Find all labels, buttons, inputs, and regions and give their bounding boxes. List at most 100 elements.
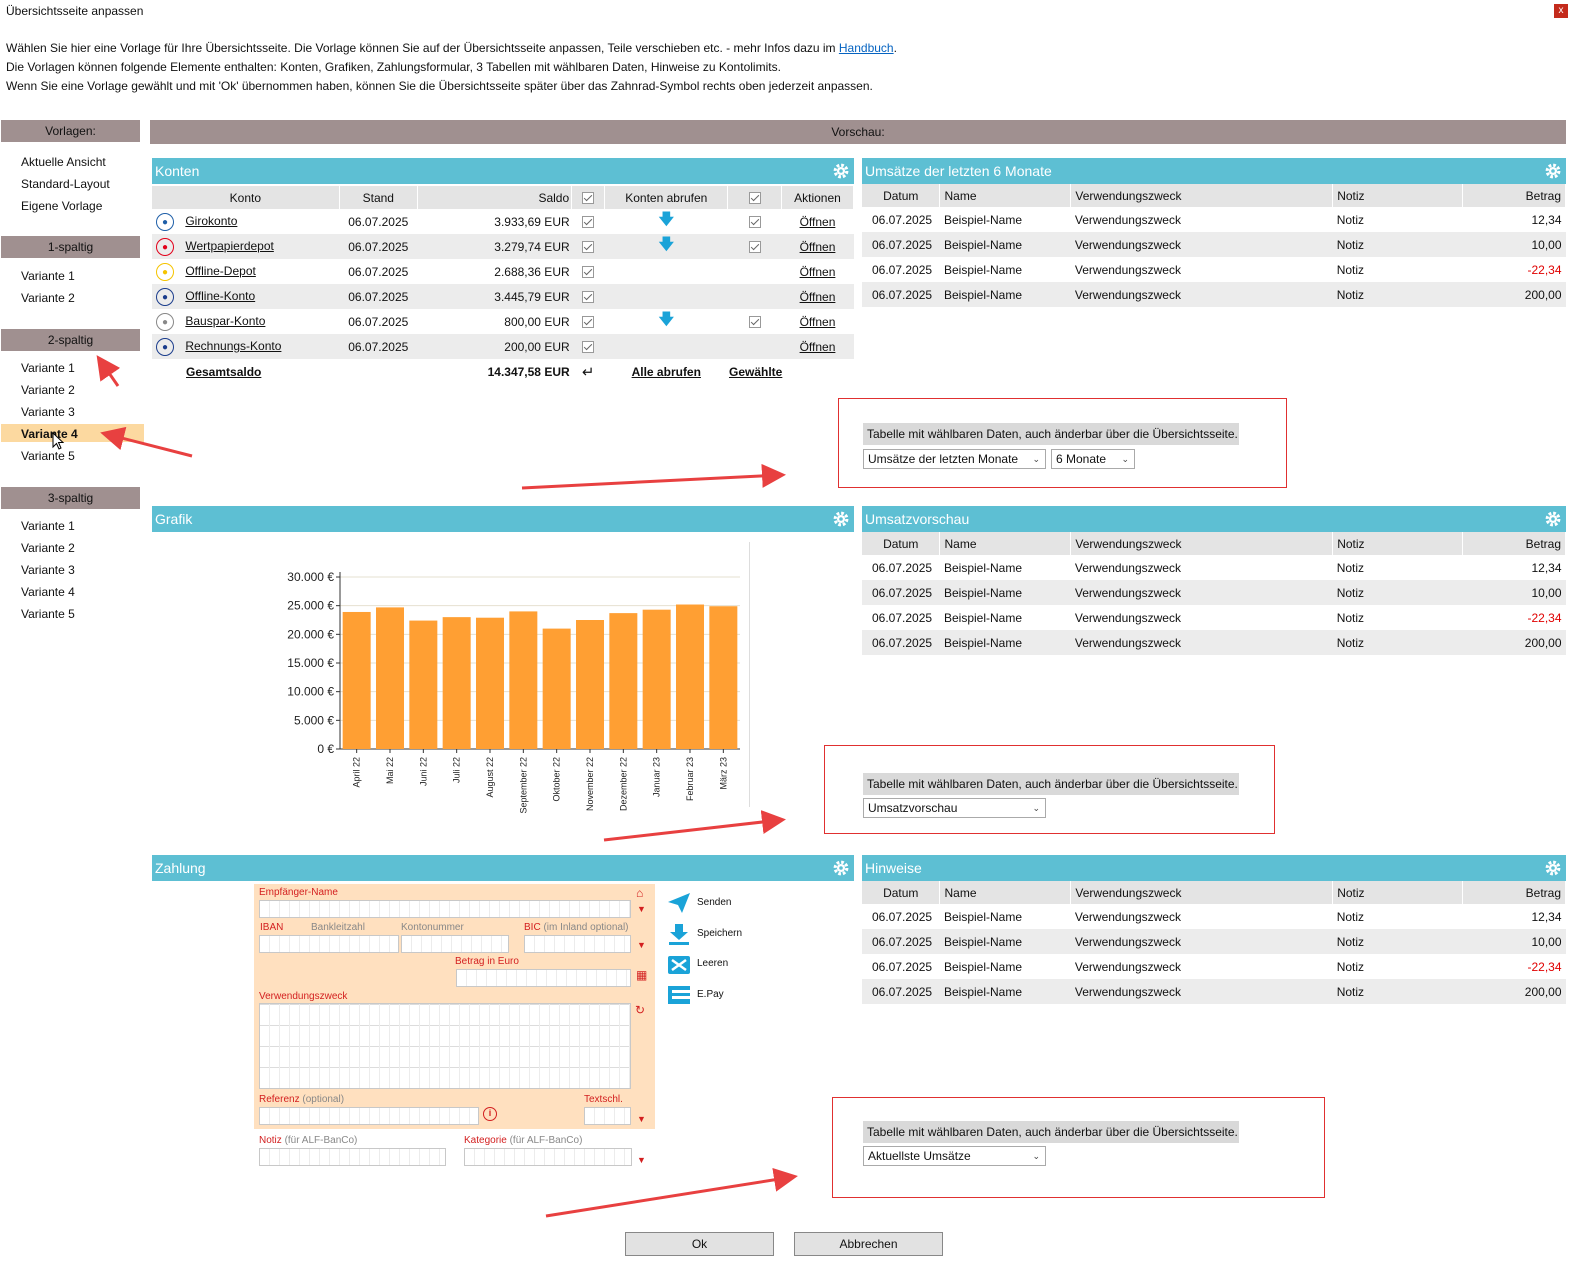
- home-icon[interactable]: ⌂: [636, 886, 643, 900]
- speichern-button[interactable]: Speichern: [667, 922, 757, 946]
- 2sp-variante-5[interactable]: Variante 5: [21, 449, 75, 463]
- abruf-cell[interactable]: 🡇: [604, 309, 728, 334]
- col-datum[interactable]: Datum: [862, 532, 941, 555]
- saldo-check-cell[interactable]: [571, 234, 605, 259]
- vorlage-standard-layout[interactable]: Standard-Layout: [21, 177, 110, 191]
- abruf-cell[interactable]: 🡇: [604, 209, 728, 234]
- checkbox[interactable]: [582, 241, 595, 254]
- saldo-check-cell[interactable]: [571, 309, 605, 334]
- vorlage-eigene[interactable]: Eigene Vorlage: [21, 199, 102, 213]
- saldo-check-cell[interactable]: [571, 334, 605, 359]
- oeffnen-link[interactable]: Öffnen: [800, 340, 836, 354]
- saldo-check-cell[interactable]: [571, 209, 605, 234]
- abruf-cell[interactable]: [604, 334, 728, 359]
- konto-link[interactable]: Wertpapierdepot: [185, 239, 274, 253]
- col-name[interactable]: Name: [939, 532, 1072, 555]
- col-betrag[interactable]: Betrag: [1462, 881, 1566, 904]
- konto-link[interactable]: Girokonto: [185, 214, 237, 228]
- kategorie-input[interactable]: [464, 1148, 632, 1166]
- checkbox[interactable]: [582, 192, 595, 205]
- refresh-icon[interactable]: ↻: [635, 1003, 645, 1017]
- oeffnen-link[interactable]: Öffnen: [800, 215, 836, 229]
- checkbox[interactable]: [582, 216, 595, 229]
- konto-link[interactable]: Rechnungs-Konto: [185, 339, 281, 353]
- abruf-check-cell[interactable]: [727, 334, 782, 359]
- gear-icon[interactable]: [1544, 510, 1562, 528]
- checkbox[interactable]: [748, 316, 761, 329]
- iban-input[interactable]: [259, 935, 399, 953]
- download-arrow-icon[interactable]: 🡇: [659, 311, 674, 328]
- abruf-check-cell[interactable]: [727, 209, 782, 234]
- bic-input[interactable]: [524, 935, 631, 953]
- download-arrow-icon[interactable]: 🡇: [659, 236, 674, 253]
- 3sp-variante-4[interactable]: Variante 4: [21, 585, 75, 599]
- abruf-cell[interactable]: [604, 259, 728, 284]
- 3sp-variante-5[interactable]: Variante 5: [21, 607, 75, 621]
- col-verwendungszweck[interactable]: Verwendungszweck: [1070, 184, 1334, 207]
- caret-down-icon[interactable]: ▼: [637, 1114, 646, 1124]
- leeren-button[interactable]: Leeren: [667, 952, 757, 976]
- alle-abrufen-link[interactable]: Alle abrufen: [632, 365, 701, 379]
- 2sp-variante-3[interactable]: Variante 3: [21, 405, 75, 419]
- gesamtsaldo-link[interactable]: Gesamtsaldo: [186, 365, 261, 379]
- oeffnen-link[interactable]: Öffnen: [800, 315, 836, 329]
- gear-icon[interactable]: [832, 162, 850, 180]
- close-button[interactable]: x: [1554, 4, 1568, 18]
- vorlage-aktuelle-ansicht[interactable]: Aktuelle Ansicht: [21, 155, 106, 169]
- abruf-check-cell[interactable]: [727, 259, 782, 284]
- konto-link[interactable]: Offline-Depot: [185, 264, 255, 278]
- abruf-check-cell[interactable]: [727, 284, 782, 309]
- 2sp-variante-4[interactable]: Variante 4: [21, 427, 78, 441]
- col-notiz[interactable]: Notiz: [1332, 184, 1464, 207]
- col-betrag[interactable]: Betrag: [1462, 184, 1566, 207]
- abruf-cell[interactable]: [604, 284, 728, 309]
- return-icon[interactable]: ↵: [571, 359, 605, 384]
- 3sp-variante-2[interactable]: Variante 2: [21, 541, 75, 555]
- abruf-cell[interactable]: 🡇: [604, 234, 728, 259]
- referenz-input[interactable]: [259, 1107, 479, 1125]
- caret-down-icon[interactable]: ▼: [637, 904, 646, 914]
- checkbox[interactable]: [748, 241, 761, 254]
- checkbox[interactable]: [582, 266, 595, 279]
- ok-button[interactable]: Ok: [625, 1232, 774, 1256]
- betrag-input[interactable]: [456, 969, 631, 987]
- gewaehlte-link[interactable]: Gewählte: [729, 365, 782, 379]
- cancel-button[interactable]: Abbrechen: [794, 1232, 943, 1256]
- calculator-icon[interactable]: ▦: [636, 968, 647, 982]
- col-name[interactable]: Name: [939, 184, 1072, 207]
- col-datum[interactable]: Datum: [862, 184, 941, 207]
- senden-button[interactable]: Senden: [667, 892, 757, 916]
- 1sp-variante-2[interactable]: Variante 2: [21, 291, 75, 305]
- table-source-select[interactable]: Aktuellste Umsätze ⌄: [863, 1146, 1046, 1166]
- gear-icon[interactable]: [1544, 162, 1562, 180]
- 2sp-variante-2[interactable]: Variante 2: [21, 383, 75, 397]
- saldo-check-cell[interactable]: [571, 284, 605, 309]
- epay-button[interactable]: E.Pay: [667, 983, 757, 1007]
- months-select[interactable]: 6 Monate ⌄: [1051, 449, 1135, 469]
- col-saldo-check[interactable]: [571, 186, 606, 209]
- oeffnen-link[interactable]: Öffnen: [800, 290, 836, 304]
- checkbox[interactable]: [582, 316, 595, 329]
- col-verwendungszweck[interactable]: Verwendungszweck: [1070, 881, 1334, 904]
- konto-link[interactable]: Offline-Konto: [185, 289, 255, 303]
- abruf-check-cell[interactable]: [727, 234, 782, 259]
- 3sp-variante-3[interactable]: Variante 3: [21, 563, 75, 577]
- col-notiz[interactable]: Notiz: [1332, 881, 1464, 904]
- table-source-select[interactable]: Umsätze der letzten Monate ⌄: [863, 449, 1046, 469]
- empfaenger-input[interactable]: [259, 900, 631, 918]
- gear-icon[interactable]: [832, 510, 850, 528]
- konto-input[interactable]: [401, 935, 509, 953]
- caret-down-icon[interactable]: ▼: [637, 940, 646, 950]
- col-verwendungszweck[interactable]: Verwendungszweck: [1070, 532, 1334, 555]
- 3sp-variante-1[interactable]: Variante 1: [21, 519, 75, 533]
- col-datum[interactable]: Datum: [862, 881, 941, 904]
- handbuch-link[interactable]: Handbuch: [839, 41, 894, 55]
- checkbox[interactable]: [748, 216, 761, 229]
- textschl-input[interactable]: [584, 1107, 631, 1125]
- 1sp-variante-1[interactable]: Variante 1: [21, 269, 75, 283]
- gear-icon[interactable]: [832, 859, 850, 877]
- col-name[interactable]: Name: [939, 881, 1072, 904]
- info-icon[interactable]: i: [483, 1107, 497, 1121]
- notiz-input[interactable]: [259, 1148, 446, 1166]
- saldo-check-cell[interactable]: [571, 259, 605, 284]
